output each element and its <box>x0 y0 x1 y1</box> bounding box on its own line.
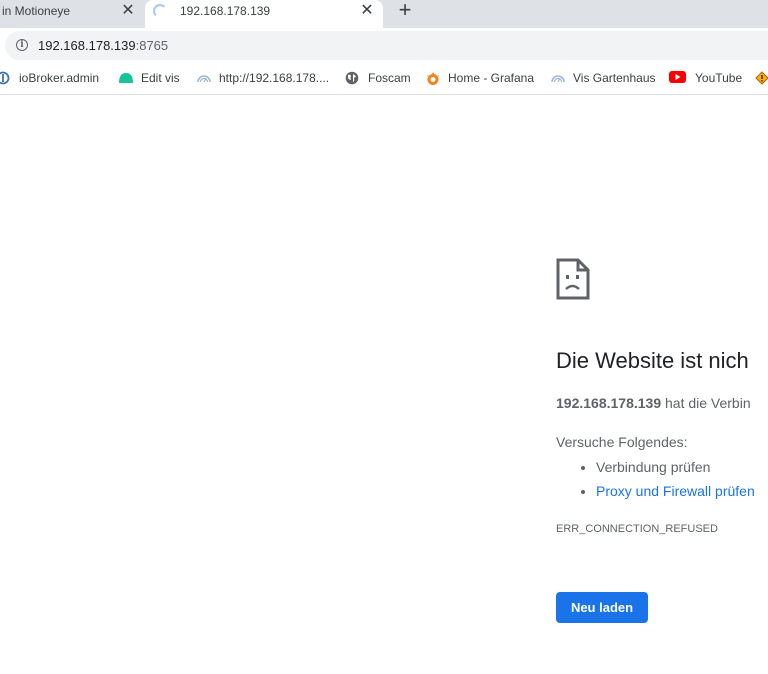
error-page: Die Website ist nich 192.168.178.139 hat… <box>0 95 768 674</box>
url-text[interactable]: 192.168.178.139:8765 <box>38 38 168 53</box>
error-host: 192.168.178.139 <box>556 395 662 411</box>
reload-button[interactable]: Neu laden <box>556 592 648 623</box>
bookmark-label: http://192.168.178.... <box>219 71 330 85</box>
close-icon[interactable]: ✕ <box>119 2 137 20</box>
url-port: :8765 <box>135 38 169 53</box>
new-tab-button[interactable]: + <box>395 0 415 22</box>
bookmark-vis-gartenhaus[interactable]: Vis Gartenhaus <box>550 69 656 87</box>
address-bar[interactable]: i 192.168.178.139:8765 <box>5 31 768 60</box>
youtube-icon <box>669 71 686 85</box>
loading-spinner-icon <box>153 4 167 18</box>
toolbar: i 192.168.178.139:8765 <box>0 28 768 62</box>
bookmark-youtube[interactable]: YouTube <box>669 69 742 87</box>
bookmark-label: Vis Gartenhaus <box>573 71 656 85</box>
error-description-text: hat die Verbin <box>661 395 751 411</box>
gauge-icon <box>550 71 565 85</box>
bookmark-label: YouTube <box>695 71 743 85</box>
tab-strip: in Motioneye ✕ 192.168.178.139 ✕ + <box>0 0 768 28</box>
list-item: Verbindung prüfen <box>596 455 755 479</box>
bookmark-edit-vis[interactable]: Edit vis <box>118 69 180 87</box>
iobroker-icon <box>0 71 10 85</box>
globe-icon <box>345 71 359 85</box>
suggestion-check-connection: Verbindung prüfen <box>596 459 711 475</box>
error-headline: Die Website ist nich <box>556 348 749 373</box>
url-host: 192.168.178.139 <box>38 38 136 53</box>
warning-icon <box>755 71 768 85</box>
bookmark-foscam[interactable]: Foscam <box>345 69 411 87</box>
list-item: Proxy und Firewall prüfen <box>596 479 755 503</box>
bookmark-label: Foscam <box>368 71 411 85</box>
tab-title: in Motioneye <box>2 4 71 18</box>
vis-icon <box>118 71 133 85</box>
suggestions-label: Versuche Folgendes: <box>556 434 688 450</box>
suggestions-list: Verbindung prüfen Proxy und Firewall prü… <box>556 455 755 503</box>
info-icon[interactable]: i <box>16 39 28 51</box>
bookmark-overflow[interactable] <box>755 69 768 87</box>
bookmarks-bar: ioBroker.admin Edit vis http://192.168.1… <box>0 62 768 95</box>
gauge-icon <box>196 71 211 85</box>
tab-motioneye[interactable]: in Motioneye ✕ <box>0 0 145 28</box>
tab-title: 192.168.178.139 <box>180 4 271 18</box>
bookmark-iobroker[interactable]: ioBroker.admin <box>0 69 99 87</box>
tab-active[interactable]: 192.168.178.139 ✕ <box>145 0 383 28</box>
close-icon[interactable]: ✕ <box>358 2 376 20</box>
proxy-firewall-link[interactable]: Proxy und Firewall prüfen <box>596 483 755 499</box>
sad-page-icon <box>556 258 590 305</box>
bookmark-label: Home - Grafana <box>448 71 535 85</box>
bookmark-http[interactable]: http://192.168.178.... <box>196 69 329 87</box>
grafana-icon <box>425 71 439 85</box>
error-description: 192.168.178.139 hat die Verbin <box>556 395 751 411</box>
bookmark-grafana[interactable]: Home - Grafana <box>425 69 534 87</box>
bookmark-label: Edit vis <box>141 71 180 85</box>
bookmark-label: ioBroker.admin <box>19 71 100 85</box>
error-code: ERR_CONNECTION_REFUSED <box>556 523 718 535</box>
